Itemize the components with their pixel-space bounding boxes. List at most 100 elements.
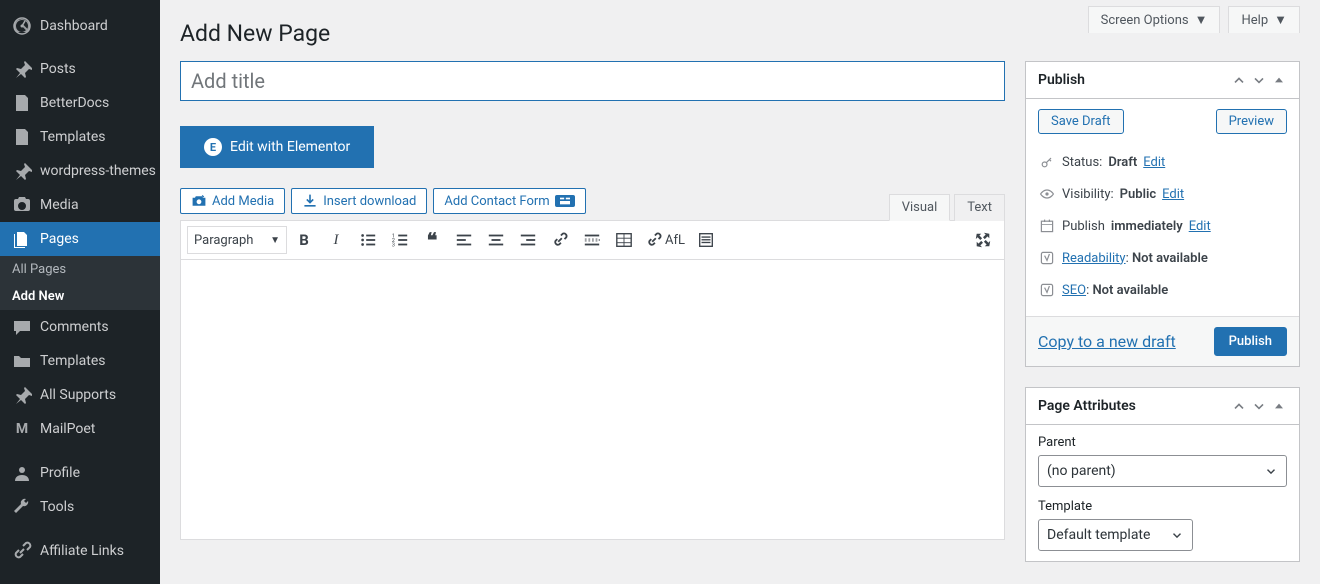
- edit-visibility-link[interactable]: Edit: [1162, 187, 1184, 202]
- readability-link[interactable]: Readability: [1062, 251, 1126, 266]
- link-button[interactable]: [545, 226, 575, 254]
- seo-row: SEO: Not available: [1038, 274, 1287, 306]
- bullet-list-button[interactable]: [353, 226, 383, 254]
- seo-link[interactable]: SEO: [1062, 283, 1086, 298]
- sidebar-item-media[interactable]: Media: [0, 188, 160, 222]
- add-media-button[interactable]: Add Media: [180, 188, 285, 214]
- visibility-label: Visibility:: [1062, 187, 1114, 202]
- toggle-toolbar-button[interactable]: [691, 226, 721, 254]
- sidebar-item-label: Affiliate Links: [40, 543, 124, 559]
- sidebar-metaboxes: Publish Save Draft Preview Status:: [1025, 61, 1300, 582]
- sidebar-item-templates[interactable]: Templates: [0, 120, 160, 154]
- insert-download-label: Insert download: [323, 194, 416, 209]
- sidebar-item-label: Comments: [40, 319, 109, 335]
- media-icon: [12, 195, 32, 215]
- status-value: Draft: [1108, 155, 1137, 170]
- align-right-button[interactable]: [513, 226, 543, 254]
- readability-value: Not available: [1132, 251, 1208, 266]
- fullscreen-button[interactable]: [968, 226, 998, 254]
- publish-header[interactable]: Publish: [1026, 62, 1299, 99]
- sidebar-item-label: BetterDocs: [40, 95, 109, 111]
- post-title-input[interactable]: [180, 61, 1005, 101]
- edit-with-elementor-button[interactable]: E Edit with Elementor: [180, 126, 374, 168]
- parent-select[interactable]: (no parent): [1038, 455, 1287, 487]
- key-icon: [1038, 153, 1056, 171]
- calendar-icon: [1038, 217, 1056, 235]
- caret-down-icon: ▼: [1274, 12, 1287, 28]
- sidebar-item-betterdocs[interactable]: BetterDocs: [0, 86, 160, 120]
- bold-button[interactable]: B: [289, 226, 319, 254]
- triangle-up-icon[interactable]: [1271, 72, 1287, 88]
- sidebar-item-label: Tools: [40, 499, 74, 515]
- admin-sidebar: Dashboard Posts BetterDocs Templates wor…: [0, 0, 160, 584]
- triangle-up-icon[interactable]: [1271, 398, 1287, 414]
- template-select[interactable]: Default template: [1038, 519, 1193, 551]
- publish-footer: Copy to a new draft Publish: [1026, 316, 1299, 366]
- sidebar-item-tools[interactable]: Tools: [0, 490, 160, 524]
- publish-button[interactable]: Publish: [1214, 327, 1287, 356]
- preview-button[interactable]: Preview: [1216, 109, 1287, 134]
- insert-download-button[interactable]: Insert download: [291, 188, 427, 214]
- template-value: Default template: [1047, 527, 1150, 543]
- number-list-button[interactable]: 123: [385, 226, 415, 254]
- sidebar-item-label: Posts: [40, 61, 76, 77]
- metabox-header-icons: [1231, 72, 1287, 88]
- format-label: Paragraph: [194, 233, 253, 248]
- help-button[interactable]: Help ▼: [1228, 6, 1300, 33]
- chevron-up-icon[interactable]: [1231, 398, 1247, 414]
- comment-icon: [12, 317, 32, 337]
- parent-label: Parent: [1038, 435, 1287, 450]
- sidebar-item-supports[interactable]: All Supports: [0, 378, 160, 412]
- mailpoet-icon: M: [12, 419, 32, 439]
- tab-text[interactable]: Text: [954, 194, 1005, 221]
- chevron-down-icon: [1264, 464, 1278, 478]
- attrs-header[interactable]: Page Attributes: [1026, 388, 1299, 425]
- sidebar-item-templates2[interactable]: Templates: [0, 344, 160, 378]
- sidebar-sub-all-pages[interactable]: All Pages: [0, 256, 160, 283]
- italic-button[interactable]: I: [321, 226, 351, 254]
- link-icon: [12, 541, 32, 561]
- sidebar-item-label: Templates: [40, 353, 106, 369]
- afl-button[interactable]: AfL: [641, 226, 689, 254]
- editor-column: E Edit with Elementor Add Media Insert d…: [180, 61, 1005, 582]
- editor-toolbar: Paragraph▼ B I 123 ❝ AfL: [180, 220, 1005, 260]
- add-contact-form-button[interactable]: Add Contact Form: [433, 188, 585, 214]
- visibility-value: Public: [1120, 187, 1156, 202]
- sidebar-item-dashboard[interactable]: Dashboard: [0, 0, 160, 52]
- chevron-down-icon[interactable]: [1251, 72, 1267, 88]
- sidebar-item-affiliate[interactable]: Affiliate Links: [0, 534, 160, 568]
- screen-options-button[interactable]: Screen Options▼: [1088, 6, 1221, 33]
- publish-body: Save Draft Preview Status: Draft Edit Vi…: [1026, 99, 1299, 316]
- folder-icon: [12, 351, 32, 371]
- document-icon: [12, 93, 32, 113]
- help-label: Help: [1241, 13, 1268, 28]
- seo-value: Not available: [1092, 283, 1168, 298]
- sidebar-item-posts[interactable]: Posts: [0, 52, 160, 86]
- sidebar-item-wpthemes[interactable]: wordpress-themes: [0, 154, 160, 188]
- editor-content-area[interactable]: [180, 260, 1005, 540]
- align-center-button[interactable]: [481, 226, 511, 254]
- visibility-row: Visibility: Public Edit: [1038, 178, 1287, 210]
- edit-status-link[interactable]: Edit: [1143, 155, 1165, 170]
- sidebar-item-mailpoet[interactable]: M MailPoet: [0, 412, 160, 446]
- sidebar-item-comments[interactable]: Comments: [0, 310, 160, 344]
- sidebar-item-pages[interactable]: Pages: [0, 222, 160, 256]
- quote-button[interactable]: ❝: [417, 226, 447, 254]
- save-draft-button[interactable]: Save Draft: [1038, 109, 1124, 134]
- edit-date-link[interactable]: Edit: [1189, 219, 1211, 234]
- readability-row: Readability: Not available: [1038, 242, 1287, 274]
- publish-metabox: Publish Save Draft Preview Status:: [1025, 61, 1300, 367]
- chevron-down-icon[interactable]: [1251, 398, 1267, 414]
- chevron-up-icon[interactable]: [1231, 72, 1247, 88]
- align-left-button[interactable]: [449, 226, 479, 254]
- form-icon: [555, 195, 575, 207]
- more-button[interactable]: [577, 226, 607, 254]
- sidebar-sub-add-new[interactable]: Add New: [0, 283, 160, 310]
- table-button[interactable]: [609, 226, 639, 254]
- tab-visual[interactable]: Visual: [889, 194, 951, 221]
- sidebar-item-label: MailPoet: [40, 421, 95, 437]
- copy-draft-link[interactable]: Copy to a new draft: [1038, 332, 1176, 351]
- format-select[interactable]: Paragraph▼: [187, 226, 287, 254]
- user-icon: [12, 463, 32, 483]
- sidebar-item-profile[interactable]: Profile: [0, 456, 160, 490]
